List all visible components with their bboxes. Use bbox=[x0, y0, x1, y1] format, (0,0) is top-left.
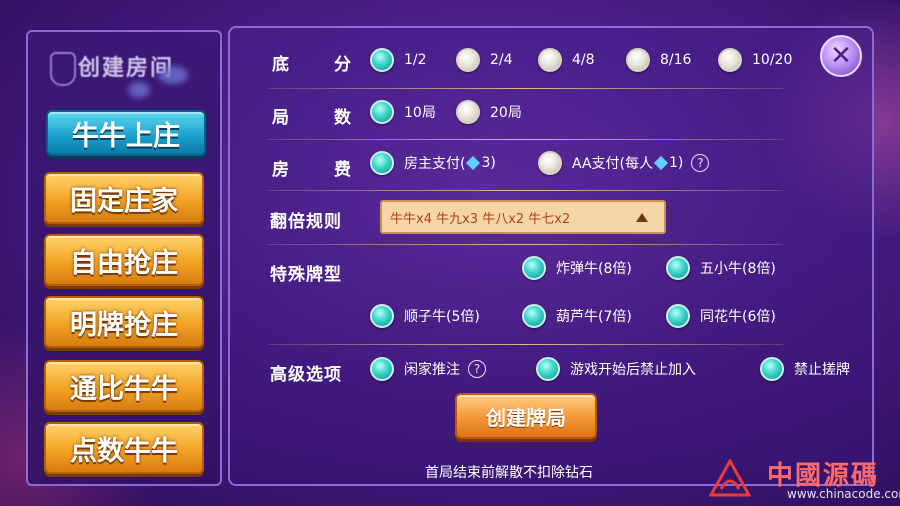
blur-blob bbox=[158, 66, 188, 84]
mode-button-label: 点数牛牛 bbox=[70, 435, 178, 467]
radio-unchecked-icon bbox=[718, 48, 742, 72]
multiplier-rule-label: 翻倍规则 bbox=[270, 212, 342, 232]
base-score-option[interactable]: 8/16 bbox=[626, 48, 691, 72]
mode-button-tongbi[interactable]: 通比牛牛 bbox=[44, 360, 204, 412]
radio-checked-icon bbox=[370, 304, 394, 328]
radio-checked-icon bbox=[666, 256, 690, 280]
radio-checked-icon bbox=[522, 304, 546, 328]
mode-button-label: 明牌抢庄 bbox=[70, 309, 178, 341]
special-hands-label: 特殊牌型 bbox=[270, 265, 342, 285]
mode-button-fixed-banker[interactable]: 固定庄家 bbox=[44, 172, 204, 224]
multiplier-rule-value: 牛牛x4 牛九x3 牛八x2 牛七x2 bbox=[390, 211, 571, 227]
option-label: 顺子牛(5倍) bbox=[404, 309, 480, 325]
close-button[interactable]: ✕ bbox=[820, 35, 862, 77]
mode-button-free-grab[interactable]: 自由抢庄 bbox=[44, 234, 204, 286]
special-hand-option[interactable]: 顺子牛(5倍) bbox=[370, 304, 480, 328]
help-icon[interactable]: ? bbox=[468, 360, 486, 378]
advanced-option-player-push[interactable]: 闲家推注 ? bbox=[370, 357, 486, 381]
row-divider bbox=[268, 244, 783, 245]
trophy-icon bbox=[50, 52, 76, 86]
rounds-label-a: 局 bbox=[272, 108, 290, 128]
room-fee-label-a: 房 bbox=[272, 160, 290, 180]
option-label: 游戏开始后禁止加入 bbox=[570, 362, 696, 378]
radio-unchecked-icon bbox=[626, 48, 650, 72]
sidebar-header: 创建房间 bbox=[38, 42, 198, 112]
mode-button-label: 通比牛牛 bbox=[70, 373, 178, 405]
radio-checked-icon bbox=[370, 100, 394, 124]
create-game-button[interactable]: 创建牌局 bbox=[455, 393, 597, 439]
mode-button-label: 固定庄家 bbox=[70, 185, 178, 217]
rounds-option[interactable]: 10局 bbox=[370, 100, 436, 124]
radio-checked-icon bbox=[370, 48, 394, 72]
room-fee-owner-option[interactable]: 房主支付( 3) bbox=[370, 151, 496, 175]
rounds-label-b: 数 bbox=[334, 108, 352, 128]
radio-checked-icon bbox=[536, 357, 560, 381]
radio-checked-icon bbox=[522, 256, 546, 280]
base-score-option[interactable]: 2/4 bbox=[456, 48, 513, 72]
option-label: 葫芦牛(7倍) bbox=[556, 309, 632, 325]
radio-unchecked-icon bbox=[538, 48, 562, 72]
mode-button-label: 牛牛上庄 bbox=[72, 120, 180, 152]
option-label: 2/4 bbox=[490, 52, 513, 68]
option-label-post: 3) bbox=[481, 155, 496, 171]
multiplier-rule-select[interactable]: 牛牛x4 牛九x3 牛八x2 牛七x2 bbox=[380, 200, 666, 234]
mode-sidebar: 创建房间 牛牛上庄 固定庄家 自由抢庄 明牌抢庄 通比牛牛 点数牛牛 bbox=[26, 30, 222, 486]
option-label: 闲家推注 bbox=[404, 362, 460, 378]
advanced-options-label: 高级选项 bbox=[270, 365, 342, 385]
row-divider bbox=[268, 344, 783, 345]
option-label: 同花牛(6倍) bbox=[700, 309, 776, 325]
option-label: 10局 bbox=[404, 105, 436, 121]
radio-checked-icon bbox=[760, 357, 784, 381]
diamond-icon bbox=[653, 155, 669, 171]
room-fee-aa-option[interactable]: AA支付(每人 1) ? bbox=[538, 151, 710, 175]
special-hand-option[interactable]: 葫芦牛(7倍) bbox=[522, 304, 632, 328]
base-score-option[interactable]: 10/20 bbox=[718, 48, 792, 72]
watermark: 中國源碼 www.chinacode.com bbox=[705, 455, 900, 503]
radio-unchecked-icon bbox=[456, 100, 480, 124]
radio-checked-icon bbox=[666, 304, 690, 328]
base-score-option[interactable]: 1/2 bbox=[370, 48, 427, 72]
option-label-pre: AA支付(每人 bbox=[572, 156, 654, 172]
option-label: 禁止搓牌 bbox=[794, 362, 850, 378]
row-divider bbox=[268, 190, 783, 191]
option-label: 五小牛(8倍) bbox=[700, 261, 776, 277]
create-game-button-label: 创建牌局 bbox=[486, 405, 566, 430]
option-label: 4/8 bbox=[572, 52, 595, 68]
mode-button-niuniu-banker[interactable]: 牛牛上庄 bbox=[46, 110, 206, 156]
option-label: 1/2 bbox=[404, 52, 427, 68]
blur-blob bbox=[128, 82, 150, 98]
row-divider bbox=[268, 88, 783, 89]
option-label: 20局 bbox=[490, 105, 522, 121]
mode-button-label: 自由抢庄 bbox=[70, 247, 178, 279]
option-label-post: 1) bbox=[669, 155, 684, 171]
room-fee-label-b: 费 bbox=[334, 160, 352, 180]
close-icon: ✕ bbox=[830, 41, 852, 71]
caret-up-icon bbox=[636, 213, 648, 222]
special-hand-option[interactable]: 五小牛(8倍) bbox=[666, 256, 776, 280]
help-icon[interactable]: ? bbox=[691, 154, 710, 172]
rounds-option[interactable]: 20局 bbox=[456, 100, 522, 124]
dissolve-note: 首局结束前解散不扣除钻石 bbox=[425, 465, 593, 481]
base-score-label-b: 分 bbox=[334, 55, 352, 75]
special-hand-option[interactable]: 炸弹牛(8倍) bbox=[522, 256, 632, 280]
option-label-pre: 房主支付( bbox=[404, 156, 466, 172]
option-label: 10/20 bbox=[752, 52, 793, 68]
advanced-option-no-join[interactable]: 游戏开始后禁止加入 bbox=[536, 357, 696, 381]
watermark-url: www.chinacode.com bbox=[787, 487, 900, 501]
base-score-option[interactable]: 4/8 bbox=[538, 48, 595, 72]
watermark-logo-icon bbox=[709, 459, 751, 497]
advanced-option-no-squeeze[interactable]: 禁止搓牌 bbox=[760, 357, 850, 381]
radio-unchecked-icon bbox=[538, 151, 562, 175]
special-hand-option[interactable]: 同花牛(6倍) bbox=[666, 304, 776, 328]
row-divider bbox=[268, 139, 783, 140]
option-label: 8/16 bbox=[660, 52, 692, 68]
base-score-label-a: 底 bbox=[272, 55, 290, 75]
diamond-icon bbox=[466, 155, 481, 171]
radio-checked-icon bbox=[370, 151, 394, 175]
mode-button-points[interactable]: 点数牛牛 bbox=[44, 422, 204, 474]
mode-button-open-grab[interactable]: 明牌抢庄 bbox=[44, 296, 204, 348]
radio-checked-icon bbox=[370, 357, 394, 381]
option-label: 炸弹牛(8倍) bbox=[556, 261, 632, 277]
radio-unchecked-icon bbox=[456, 48, 480, 72]
